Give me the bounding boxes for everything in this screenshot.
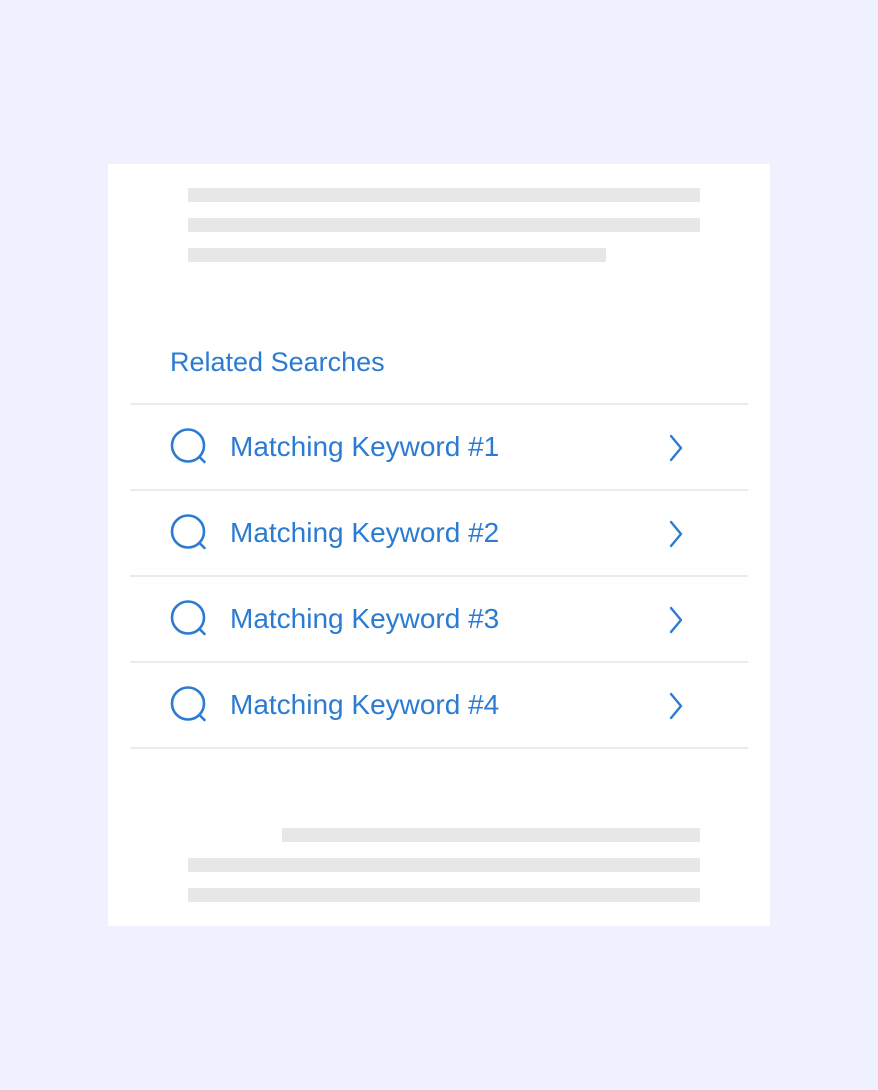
search-results-card: Related Searches Matching Keyword #1 Mat…: [108, 164, 770, 926]
search-icon: [170, 686, 206, 722]
placeholder-text-line: [188, 248, 606, 262]
search-icon: [170, 514, 206, 550]
related-search-item[interactable]: Matching Keyword #2: [130, 491, 748, 577]
placeholder-text-line: [188, 188, 700, 202]
chevron-right-icon[interactable]: [666, 433, 686, 463]
related-search-label: Matching Keyword #2: [230, 517, 500, 548]
related-searches-title: Related Searches: [170, 347, 385, 377]
placeholder-text-line: [282, 828, 700, 842]
related-searches-list: Matching Keyword #1 Matching Keyword #2 …: [130, 403, 748, 749]
related-search-item[interactable]: Matching Keyword #1: [130, 405, 748, 491]
placeholder-text-line: [188, 218, 700, 232]
related-search-label: Matching Keyword #1: [230, 431, 500, 462]
chevron-right-icon[interactable]: [666, 519, 686, 549]
search-icon: [170, 428, 206, 464]
placeholder-text-line: [188, 858, 700, 872]
related-search-label: Matching Keyword #3: [230, 603, 500, 634]
chevron-right-icon[interactable]: [666, 691, 686, 721]
related-search-item[interactable]: Matching Keyword #4: [130, 663, 748, 749]
placeholder-text-line: [188, 888, 700, 902]
chevron-right-icon[interactable]: [666, 605, 686, 635]
search-icon: [170, 600, 206, 636]
related-search-item[interactable]: Matching Keyword #3: [130, 577, 748, 663]
related-search-label: Matching Keyword #4: [230, 689, 500, 720]
